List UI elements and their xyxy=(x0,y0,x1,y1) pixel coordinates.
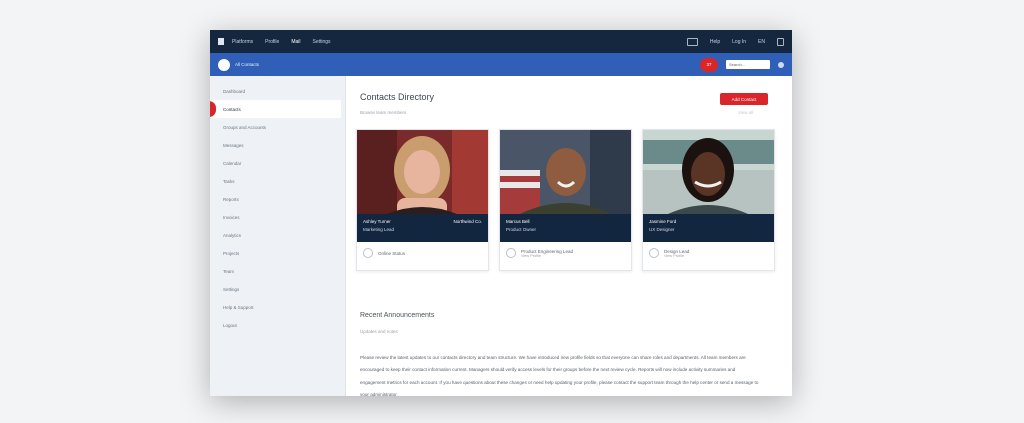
sidebar-item-dashboard[interactable]: Dashboard xyxy=(210,82,345,100)
sidebar-item-groups[interactable]: Groups and Accounts xyxy=(210,118,345,136)
profile-photo xyxy=(357,130,488,214)
card-caption: Ashley Turner Northwind Co. Marketing Le… xyxy=(357,214,488,242)
contact-role: Product Owner xyxy=(506,227,537,232)
nav-link-settings[interactable]: Settings xyxy=(312,39,330,45)
active-indicator xyxy=(210,101,216,117)
card-caption: Marcus Bell Product Owner xyxy=(500,214,631,242)
card-footer-subtext[interactable]: View Profile xyxy=(664,254,689,258)
profile-photo xyxy=(500,130,631,214)
sidebar-item-team[interactable]: Team xyxy=(210,262,345,280)
contact-name: Marcus Bell xyxy=(506,219,530,224)
contact-card[interactable]: Jasmine Ford UX Designer Design Lead Vie… xyxy=(642,129,775,271)
card-footer-text: Online Status xyxy=(378,250,406,256)
section-title: Recent Announcements xyxy=(360,312,435,319)
contact-name: Ashley Turner xyxy=(363,219,391,224)
contact-role: UX Designer xyxy=(649,227,675,232)
sidebar-item-messages[interactable]: Messages xyxy=(210,136,345,154)
sidebar-item-label: Contacts xyxy=(223,106,241,112)
search-input[interactable]: Search... xyxy=(726,60,770,69)
topnav-right: Help Log In EN xyxy=(686,37,784,46)
login-link[interactable]: Log In xyxy=(732,39,746,45)
add-contact-button[interactable]: Add Contact xyxy=(720,93,768,105)
app-logo[interactable] xyxy=(218,38,224,45)
contact-card[interactable]: Ashley Turner Northwind Co. Marketing Le… xyxy=(356,129,489,271)
notification-button[interactable]: 37 xyxy=(700,57,718,72)
contact-card[interactable]: Marcus Bell Product Owner Product Engine… xyxy=(499,129,632,271)
contact-name: Jasmine Ford xyxy=(649,219,677,224)
portrait-image xyxy=(500,130,631,214)
sidebar-item-settings[interactable]: Settings xyxy=(210,280,345,298)
sidebar-item-projects[interactable]: Projects xyxy=(210,244,345,262)
contact-company: Northwind Co. xyxy=(453,219,482,224)
status-icon xyxy=(506,248,516,258)
sidebar-item-logout[interactable]: Logout xyxy=(210,316,345,334)
sidebar-item-analytics[interactable]: Analytics xyxy=(210,226,345,244)
contact-role: Marketing Lead xyxy=(363,227,395,232)
card-caption: Jasmine Ford UX Designer xyxy=(643,214,774,242)
sidebar-item-invoices[interactable]: Invoices xyxy=(210,208,345,226)
section-subtitle: Updates and notes xyxy=(360,329,398,334)
sidebar-item-contacts[interactable]: Contacts xyxy=(210,100,341,118)
portrait-image xyxy=(643,130,774,214)
sidebar-item-reports[interactable]: Reports xyxy=(210,190,345,208)
profile-photo xyxy=(643,130,774,214)
announcement-text: Please review the latest updates to our … xyxy=(360,355,759,396)
breadcrumb[interactable]: All Contacts xyxy=(235,62,259,67)
page-title: Contacts Directory xyxy=(360,92,435,102)
nav-link-mail[interactable]: Mail xyxy=(291,39,300,45)
card-footer: Online Status xyxy=(363,248,405,258)
sidebar-item-tasks[interactable]: Tasks xyxy=(210,172,345,190)
nav-link-platforms[interactable]: Platforms xyxy=(232,39,253,45)
nav-link-profile[interactable]: Profile xyxy=(265,39,279,45)
view-all-link[interactable]: View all xyxy=(738,110,753,115)
card-footer: Product Engineering Lead View Profile xyxy=(506,248,573,258)
top-nav: Platforms Profile Mail Settings Help Log… xyxy=(210,30,792,53)
card-footer-text: Product Engineering Lead xyxy=(521,248,574,254)
page-subtitle: Browse team members xyxy=(360,110,407,115)
app-window: Platforms Profile Mail Settings Help Log… xyxy=(210,30,792,396)
card-footer: Design Lead View Profile xyxy=(649,248,689,258)
sidebar: Dashboard Contacts Groups and Accounts M… xyxy=(210,76,346,396)
bluebar-right: 37 Search... xyxy=(700,57,784,72)
sidebar-item-calendar[interactable]: Calendar xyxy=(210,154,345,172)
language-toggle[interactable]: EN xyxy=(758,39,765,45)
screen-icon[interactable] xyxy=(686,37,698,46)
portrait-image xyxy=(357,130,488,214)
status-icon xyxy=(649,248,659,258)
sidebar-item-help[interactable]: Help & Support xyxy=(210,298,345,316)
status-icon xyxy=(363,248,373,258)
help-link[interactable]: Help xyxy=(710,39,720,45)
context-bar: All Contacts 37 Search... xyxy=(210,53,792,76)
contact-cards: Ashley Turner Northwind Co. Marketing Le… xyxy=(356,129,775,271)
card-footer-text: Design Lead xyxy=(664,248,690,254)
account-avatar[interactable] xyxy=(218,58,230,71)
card-footer-subtext[interactable]: View Profile xyxy=(521,254,573,258)
menu-icon[interactable] xyxy=(777,37,784,46)
main-content: Contacts Directory Browse team members A… xyxy=(350,76,792,396)
user-icon[interactable] xyxy=(778,61,784,68)
